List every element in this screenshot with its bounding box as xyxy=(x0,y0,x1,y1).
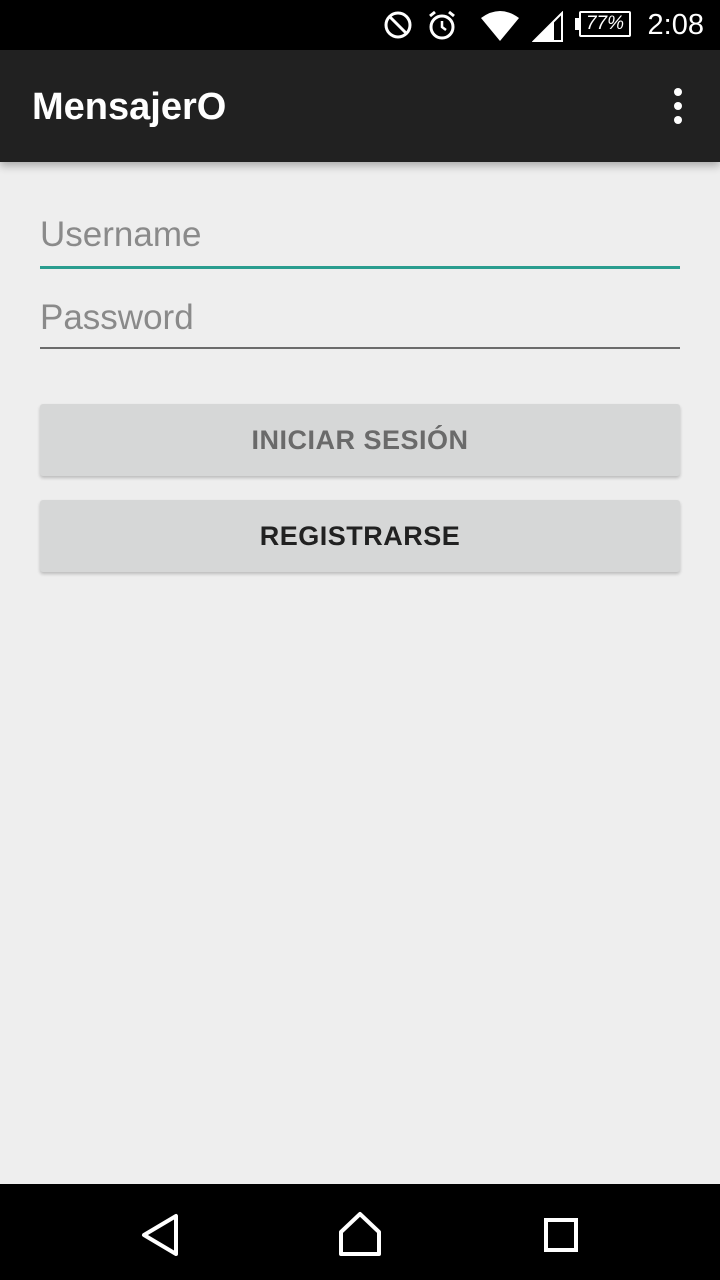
recents-icon[interactable] xyxy=(530,1202,590,1262)
status-time: 2:08 xyxy=(647,9,704,41)
overflow-dot xyxy=(674,88,682,96)
overflow-menu-icon[interactable] xyxy=(666,86,690,126)
wifi-icon xyxy=(480,10,520,47)
home-icon[interactable] xyxy=(330,1202,390,1262)
alarm-icon xyxy=(426,9,458,46)
battery-percent: 77% xyxy=(585,13,625,34)
app-title: MensajerO xyxy=(32,86,227,128)
navigation-bar xyxy=(0,1184,720,1280)
password-underline xyxy=(40,347,680,349)
battery-icon: 77% xyxy=(579,11,631,37)
username-input[interactable] xyxy=(40,206,680,264)
register-button[interactable]: REGISTRARSE xyxy=(40,500,680,572)
login-button[interactable]: INICIAR SESIÓN xyxy=(40,404,680,476)
overflow-dot xyxy=(674,102,682,110)
password-input[interactable] xyxy=(40,289,680,347)
login-screen: 77% 2:08 MensajerO INICIAR SESIÓN REGIST… xyxy=(0,0,720,1280)
app-bar: MensajerO xyxy=(0,50,720,162)
status-bar: 77% 2:08 xyxy=(0,0,720,50)
username-underline xyxy=(40,266,680,269)
do-not-disturb-icon xyxy=(382,9,414,46)
password-field xyxy=(40,289,680,349)
back-icon[interactable] xyxy=(130,1202,190,1262)
overflow-dot xyxy=(674,116,682,124)
cellular-signal-icon xyxy=(531,10,564,48)
username-field xyxy=(40,206,680,269)
